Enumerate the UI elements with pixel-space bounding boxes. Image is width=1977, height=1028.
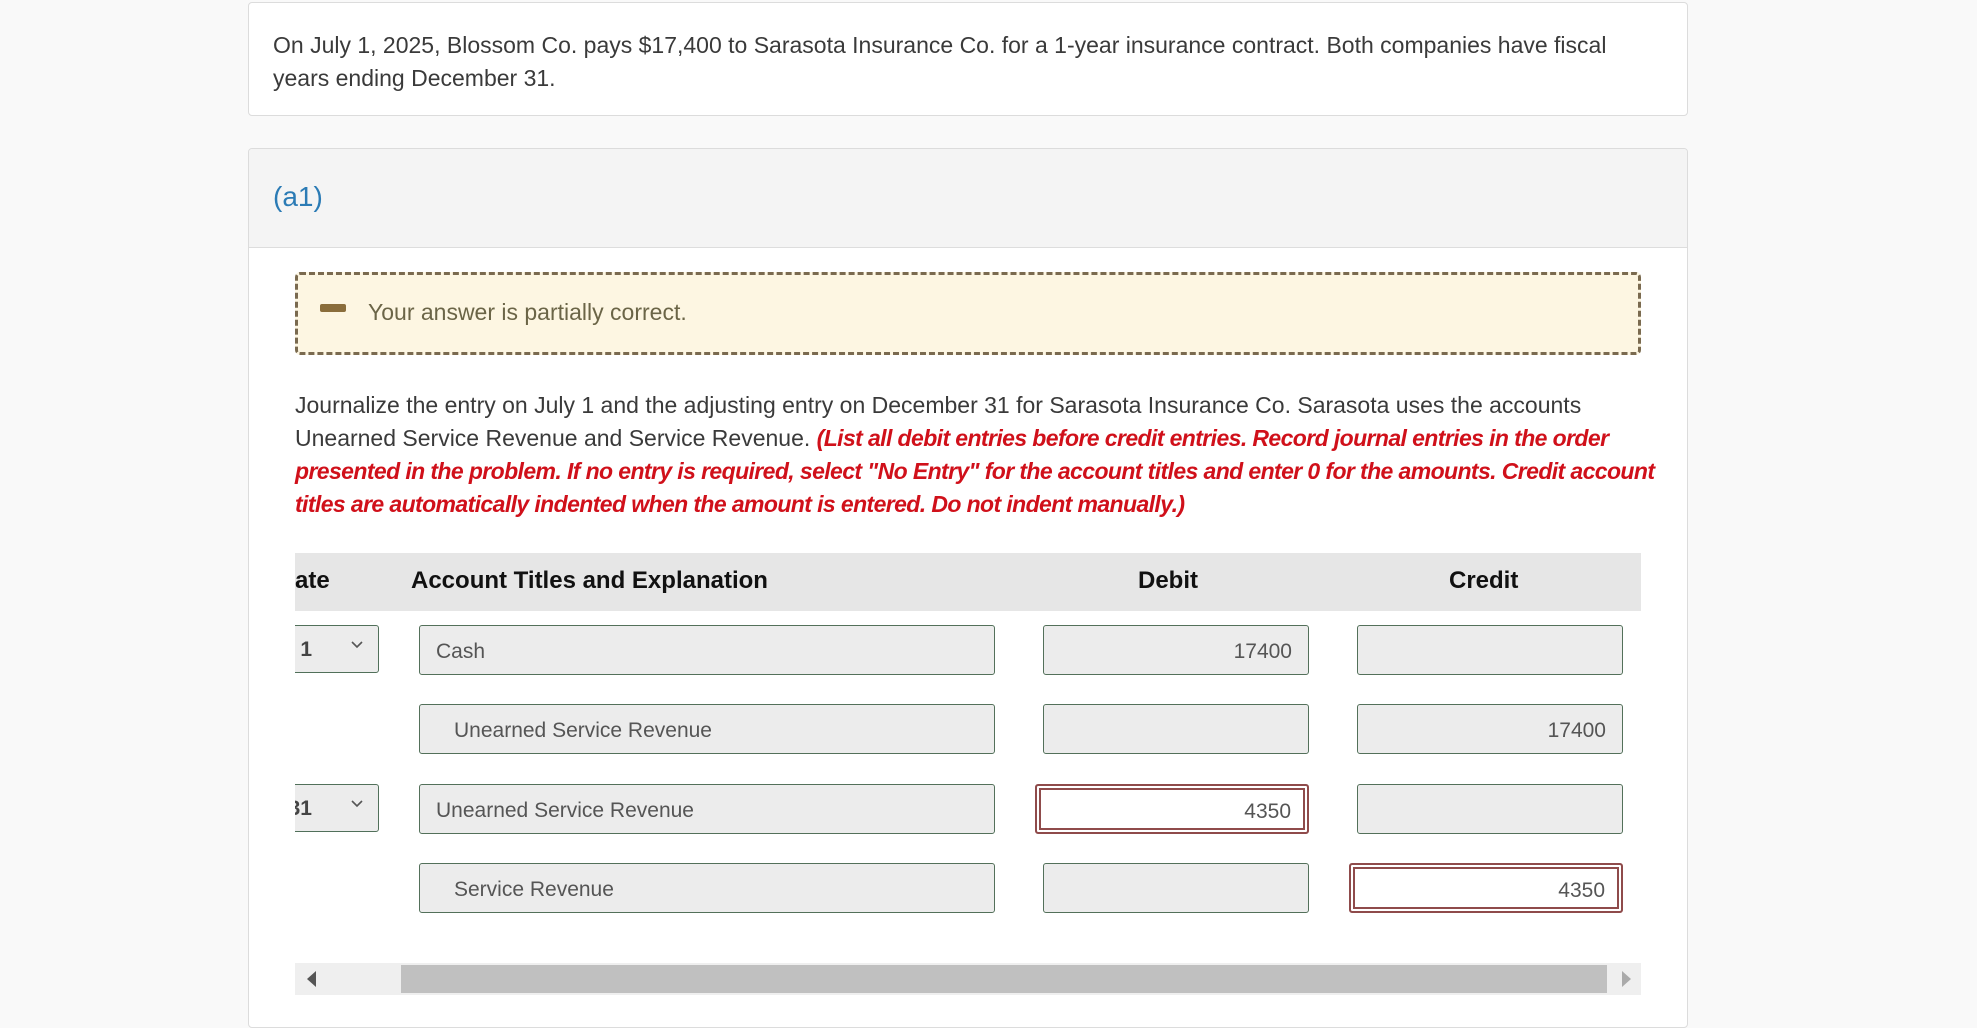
chevron-down-icon [351, 641, 363, 649]
debit-input-incorrect[interactable]: 4350 [1035, 784, 1309, 834]
feedback-banner: Your answer is partially correct. [295, 272, 1641, 355]
journal-entry-table: ate Account Titles and Explanation Debit… [295, 553, 1641, 1013]
problem-text: On July 1, 2025, Blossom Co. pays $17,40… [273, 32, 1607, 91]
credit-input[interactable] [1357, 784, 1623, 834]
date-value: .31 [295, 797, 312, 820]
table-row: 1 Cash 17400 [295, 625, 1641, 675]
table-header: ate Account Titles and Explanation Debit… [295, 553, 1641, 611]
debit-input[interactable]: 17400 [1043, 625, 1309, 675]
date-value: 1 [300, 638, 312, 661]
date-select[interactable]: 1 [295, 625, 379, 673]
instructions: Journalize the entry on July 1 and the a… [295, 389, 1675, 521]
feedback-message: Your answer is partially correct. [368, 299, 687, 325]
header-credit: Credit [1449, 567, 1519, 594]
chevron-down-icon [351, 800, 363, 808]
scrollbar-thumb[interactable] [401, 965, 1607, 993]
table-row: Service Revenue 4350 [295, 863, 1641, 913]
table-row: Unearned Service Revenue 17400 [295, 704, 1641, 754]
minus-icon [320, 304, 346, 312]
account-title-input[interactable]: Unearned Service Revenue [419, 784, 995, 834]
account-title-input[interactable]: Cash [419, 625, 995, 675]
account-title-input[interactable]: Unearned Service Revenue [419, 704, 995, 754]
credit-input-incorrect[interactable]: 4350 [1349, 863, 1623, 913]
account-title-input[interactable]: Service Revenue [419, 863, 995, 913]
scroll-right-arrow-icon[interactable] [1622, 971, 1631, 987]
part-a1-card: (a1) Your answer is partially correct. J… [248, 148, 1688, 1028]
header-account: Account Titles and Explanation [411, 567, 768, 594]
credit-input[interactable]: 17400 [1357, 704, 1623, 754]
debit-input[interactable] [1043, 863, 1309, 913]
part-header: (a1) [249, 149, 1687, 248]
part-label: (a1) [273, 181, 323, 212]
debit-input[interactable] [1043, 704, 1309, 754]
problem-statement-card: On July 1, 2025, Blossom Co. pays $17,40… [248, 2, 1688, 116]
credit-input[interactable] [1357, 625, 1623, 675]
header-date: ate [295, 567, 330, 594]
header-debit: Debit [1138, 567, 1198, 594]
table-row: .31 Unearned Service Revenue 4350 [295, 784, 1641, 834]
horizontal-scrollbar[interactable] [295, 963, 1641, 995]
date-select[interactable]: .31 [295, 784, 379, 832]
scroll-left-arrow-icon[interactable] [307, 971, 316, 987]
